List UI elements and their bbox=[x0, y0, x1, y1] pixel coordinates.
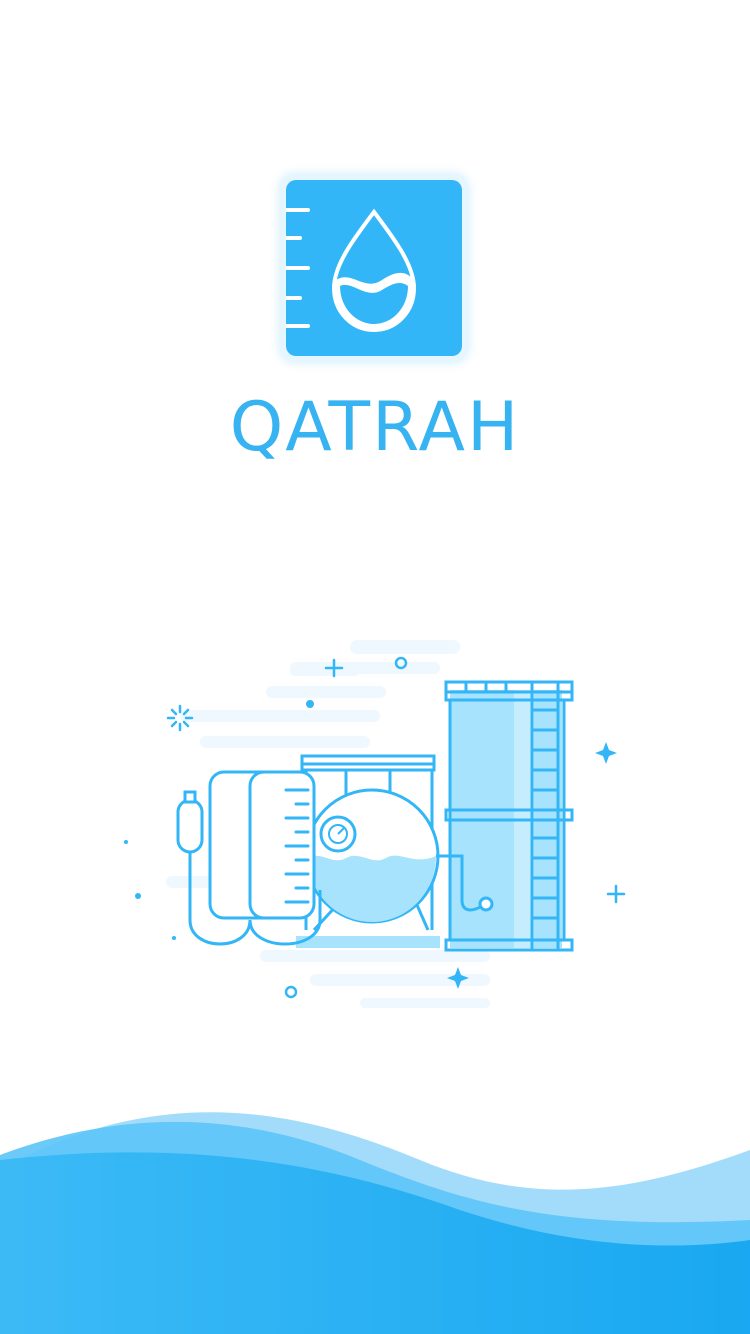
wave-decoration bbox=[0, 1100, 750, 1334]
water-drop-measure-icon bbox=[286, 180, 462, 356]
water-tank-illustration bbox=[110, 630, 640, 1030]
app-logo bbox=[280, 174, 468, 362]
app-name: QATRAH bbox=[229, 388, 521, 467]
splash-screen: QATRAH bbox=[0, 0, 750, 1334]
